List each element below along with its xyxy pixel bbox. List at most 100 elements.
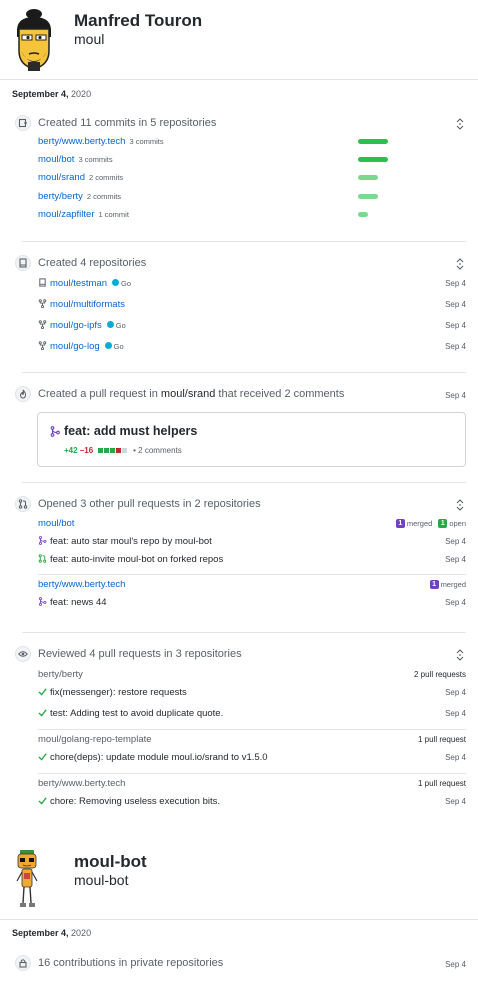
group-divider xyxy=(38,574,466,575)
title-suffix: that received 2 comments xyxy=(218,388,345,400)
repo-link[interactable]: moul/multiformats xyxy=(50,299,125,310)
pr-opened-section: Opened 3 other pull requests in 2 reposi… xyxy=(0,496,478,626)
avatar[interactable] xyxy=(8,7,60,73)
pull-request-link[interactable]: feat: auto-invite moul-bot on forked rep… xyxy=(50,554,223,565)
avatar[interactable] xyxy=(12,848,42,914)
unfold-icon[interactable] xyxy=(455,118,465,130)
review-group-header: berty/berty 2 pull requests xyxy=(38,669,466,683)
commit-row: moul/bot 3 commits xyxy=(38,154,466,168)
eye-icon xyxy=(15,646,31,662)
pull-request-row: feat: auto-invite moul-bot on forked rep… xyxy=(38,554,466,568)
commit-count-link[interactable]: 3 commits xyxy=(129,137,163,146)
date-year: 2020 xyxy=(71,928,92,938)
commit-count-link[interactable]: 2 commits xyxy=(87,192,121,201)
language-label: Go xyxy=(115,321,126,330)
open-label: open xyxy=(449,519,466,528)
pull-request-link[interactable]: test: Adding test to avoid duplicate quo… xyxy=(50,708,223,719)
additions: +42 xyxy=(64,446,78,455)
section-separator xyxy=(22,241,466,242)
unfold-icon[interactable] xyxy=(455,258,465,270)
commit-count-link[interactable]: 1 commit xyxy=(99,210,129,219)
unfold-icon[interactable] xyxy=(455,649,465,661)
fork-icon xyxy=(38,341,47,350)
date-heading: September 4, 2020 xyxy=(12,928,91,938)
row-date: Sep 4 xyxy=(445,300,466,309)
repo-link[interactable]: moul/srand xyxy=(38,172,85,183)
commit-count-link[interactable]: 3 commits xyxy=(78,155,112,164)
lock-icon xyxy=(15,955,31,971)
commit-row: moul/zapfilter 1 commit xyxy=(38,209,466,223)
pull-request-link[interactable]: chore: Removing useless execution bits. xyxy=(50,796,220,807)
diffstat xyxy=(97,446,128,455)
pull-request-link[interactable]: feat: auto star moul's repo by moul-bot xyxy=(50,536,212,547)
profile-name[interactable]: Manfred Touron xyxy=(74,11,202,31)
repo-link[interactable]: moul/zapfilter xyxy=(38,209,95,220)
row-date: Sep 4 xyxy=(445,960,466,969)
commit-count-link[interactable]: 2 commits xyxy=(89,173,123,182)
pull-request-link[interactable]: chore(deps): update module moul.io/srand… xyxy=(50,752,268,763)
merged-pr-icon xyxy=(38,597,47,606)
title-prefix: Created a pull request in xyxy=(38,388,158,400)
repo-row: moul/testman Go Sep 4 xyxy=(38,278,466,292)
reviewed-pr-row: chore(deps): update module moul.io/srand… xyxy=(38,752,466,766)
commit-bar xyxy=(358,194,378,199)
repo-name[interactable]: berty/www.berty.tech xyxy=(38,778,125,789)
row-date: Sep 4 xyxy=(445,321,466,330)
profile-login: moul xyxy=(74,31,105,47)
pr-count: 2 pull requests xyxy=(413,670,466,679)
repo-name[interactable]: berty/berty xyxy=(38,669,83,680)
repo-link[interactable]: moul/go-ipfs xyxy=(50,320,102,331)
row-date: Sep 4 xyxy=(445,797,466,806)
commit-row: berty/berty 2 commits xyxy=(38,191,466,205)
row-date: Sep 4 xyxy=(445,688,466,697)
pull-request-row: feat: auto star moul's repo by moul-bot … xyxy=(38,536,466,550)
merged-count-badge: 1 xyxy=(429,580,439,589)
row-date: Sep 4 xyxy=(445,709,466,718)
pull-request-title[interactable]: feat: add must helpers xyxy=(64,424,197,438)
pull-request-meta: +42 −16 • 2 comments xyxy=(64,446,182,455)
repo-row: moul/go-log Go Sep 4 xyxy=(38,341,466,355)
open-count-badge: 1 xyxy=(438,519,448,528)
commit-bar xyxy=(358,139,388,144)
pull-request-link[interactable]: fix(messenger): restore requests xyxy=(50,687,187,698)
private-contributions-section: 16 contributions in private repositories… xyxy=(0,955,478,975)
date-heading: September 4, 2020 xyxy=(12,89,91,99)
group-divider xyxy=(38,729,466,730)
title-repo-link[interactable]: moul/srand xyxy=(161,388,215,400)
flame-icon xyxy=(15,386,31,402)
section-title: Created a pull request in moul/srand tha… xyxy=(38,388,344,400)
pull-request-link[interactable]: feat: news 44 xyxy=(50,597,107,608)
commit-bar xyxy=(358,212,368,217)
merged-label: merged xyxy=(406,519,433,528)
check-icon xyxy=(38,688,47,696)
merged-count-badge: 1 xyxy=(395,519,405,528)
section-title: Opened 3 other pull requests in 2 reposi… xyxy=(38,498,261,510)
language-color xyxy=(106,321,114,328)
check-icon xyxy=(38,753,47,761)
reviews-section: Reviewed 4 pull requests in 3 repositori… xyxy=(0,646,478,816)
repo-link[interactable]: moul/testman xyxy=(50,278,107,289)
repo-name[interactable]: moul/golang-repo-template xyxy=(38,734,152,745)
review-group-header: moul/golang-repo-template 1 pull request xyxy=(38,734,466,748)
check-icon xyxy=(38,709,47,717)
repo-icon xyxy=(39,278,46,287)
commit-icon xyxy=(15,115,31,131)
reviewed-pr-row: fix(messenger): restore requests Sep 4 xyxy=(38,687,466,701)
pull-request-icon xyxy=(15,496,31,512)
repo-link[interactable]: moul/bot xyxy=(38,518,74,529)
row-date: Sep 4 xyxy=(445,537,466,546)
section-separator xyxy=(22,372,466,373)
repo-link[interactable]: moul/go-log xyxy=(50,341,100,352)
open-pr-icon xyxy=(38,554,47,563)
profile-header-moul-bot: moul-bot moul-bot xyxy=(0,842,478,920)
repo-link[interactable]: berty/www.berty.tech xyxy=(38,579,125,590)
repos-section: Created 4 repositories moul/testman Go Se… xyxy=(0,255,478,365)
repo-link[interactable]: berty/www.berty.tech xyxy=(38,136,125,147)
profile-name[interactable]: moul-bot xyxy=(74,852,147,872)
repo-link[interactable]: berty/berty xyxy=(38,191,83,202)
row-date: Sep 4 xyxy=(445,342,466,351)
unfold-icon[interactable] xyxy=(455,499,465,511)
check-icon xyxy=(38,797,47,805)
repo-link[interactable]: moul/bot xyxy=(38,154,74,165)
section-title: Created 11 commits in 5 repositories xyxy=(38,117,217,129)
